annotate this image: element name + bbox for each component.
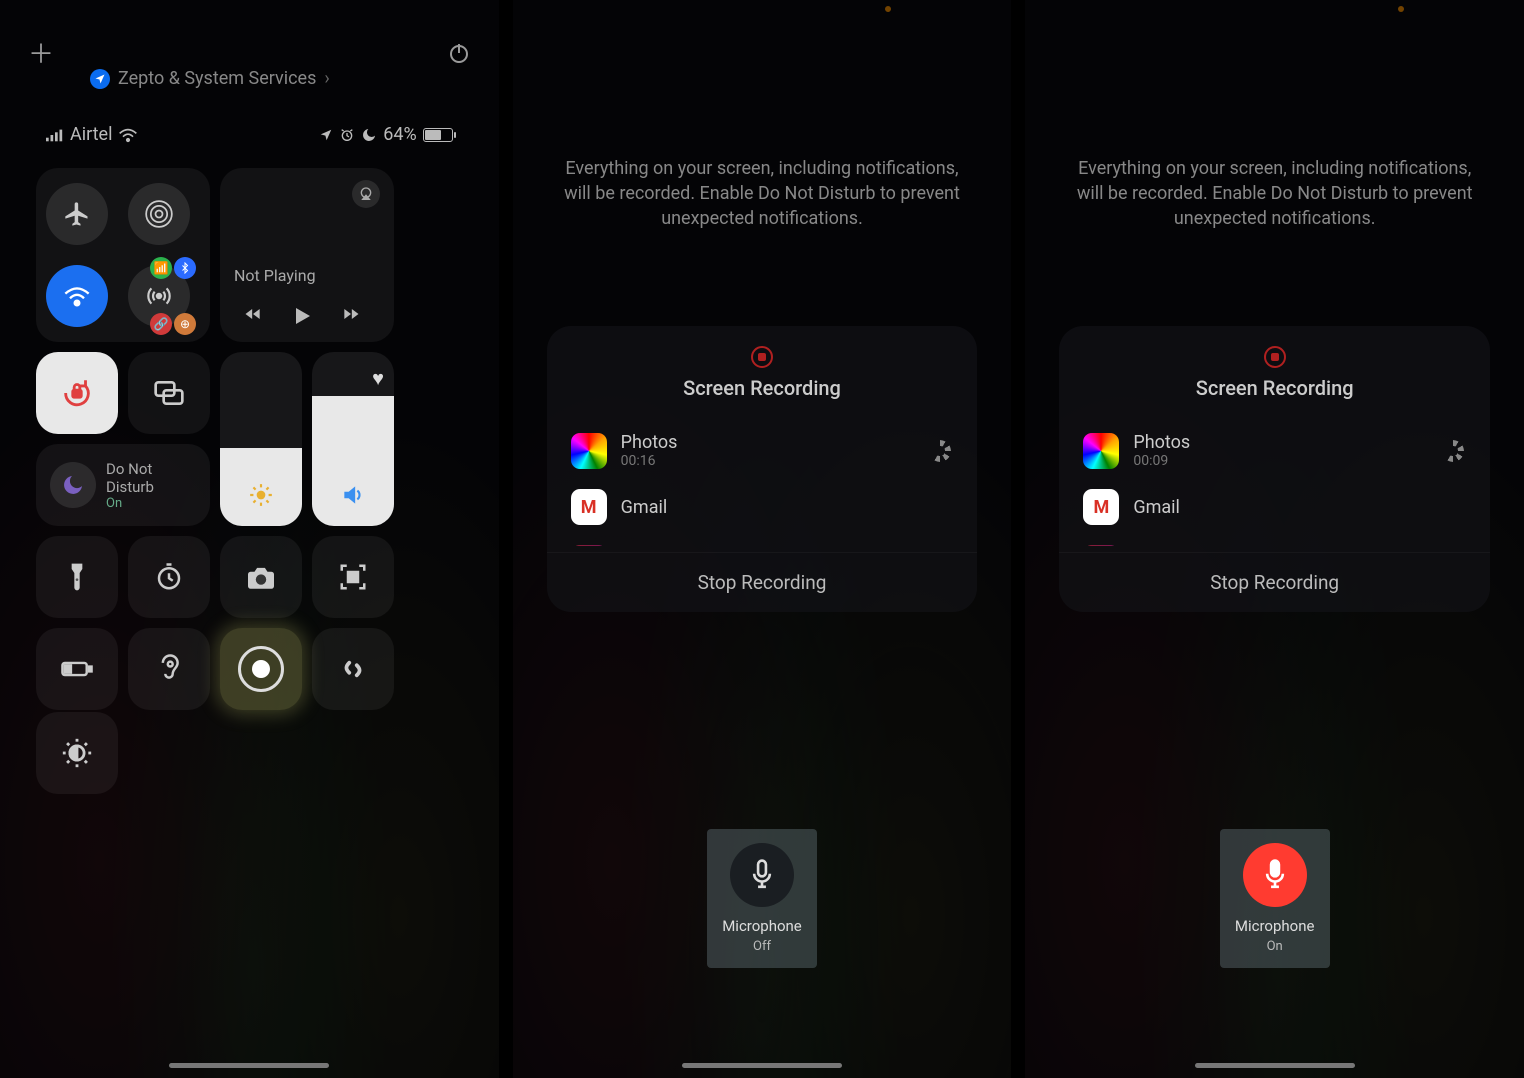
camera-button[interactable] — [220, 536, 302, 618]
hotspot-badge-icon: ⊕ — [174, 313, 196, 335]
privacy-indicator-icon — [1398, 6, 1404, 12]
home-indicator[interactable] — [169, 1063, 329, 1068]
low-power-button[interactable] — [36, 628, 118, 710]
now-playing-label: Not Playing — [234, 266, 316, 285]
play-icon[interactable] — [290, 304, 314, 328]
gmail-app-icon: M — [571, 489, 607, 525]
mic-label: Microphone — [1235, 917, 1315, 935]
photos-app-icon — [571, 433, 607, 469]
instagram-app-icon — [1083, 545, 1119, 546]
dnd-label: Do Not Disturb — [106, 460, 154, 496]
airplay-icon[interactable] — [352, 180, 380, 208]
shazam-button[interactable] — [312, 628, 394, 710]
do-not-disturb-toggle[interactable]: Do Not Disturb On — [36, 444, 210, 526]
forward-icon[interactable] — [338, 304, 364, 328]
recording-target-row[interactable]: Instagram — [547, 535, 978, 546]
cellular-toggle[interactable]: 📶 🔗 ⊕ — [128, 265, 190, 327]
recording-description: Everything on your screen, including not… — [1065, 156, 1484, 232]
favorite-icon: ♥ — [372, 366, 384, 391]
record-icon — [238, 646, 284, 692]
location-text: Zepto & System Services — [118, 68, 316, 89]
vpn-badge-icon: 🔗 — [150, 313, 172, 335]
microphone-icon — [1243, 843, 1307, 907]
app-sub-label: 00:09 — [1133, 453, 1190, 469]
volume-slider[interactable]: ♥ ♪ — [312, 352, 394, 526]
screen-record-button[interactable] — [220, 628, 302, 710]
screen-mirroring-button[interactable] — [128, 352, 210, 434]
recording-target-row[interactable]: M Gmail — [547, 479, 978, 535]
battery-pct: 64% — [383, 124, 416, 145]
wifi-toggle[interactable] — [46, 265, 108, 327]
recording-title: Screen Recording — [1059, 376, 1490, 400]
gmail-app-icon: M — [1083, 489, 1119, 525]
recording-target-row[interactable]: Photos 00:16 — [547, 422, 978, 479]
stop-recording-button[interactable]: Stop Recording — [547, 552, 978, 612]
panel-control-center: ＋ Zepto & System Services › Airtel — [0, 0, 499, 1078]
recording-target-row[interactable]: M Gmail — [1059, 479, 1490, 535]
photos-app-icon — [1083, 433, 1119, 469]
microphone-toggle[interactable]: Microphone Off — [707, 829, 817, 968]
battery-icon — [423, 128, 453, 142]
stop-recording-button[interactable]: Stop Recording — [1059, 552, 1490, 612]
instagram-app-icon — [571, 545, 607, 546]
moon-icon — [50, 462, 96, 508]
recording-indicator-icon — [751, 346, 773, 368]
home-indicator[interactable] — [1195, 1063, 1355, 1068]
qr-scan-button[interactable] — [312, 536, 394, 618]
sun-icon — [248, 482, 274, 508]
panel-screenrecord-mic-on: Everything on your screen, including not… — [1025, 0, 1524, 1078]
recording-target-row[interactable]: Photos 00:09 — [1059, 422, 1490, 479]
moon-icon — [361, 127, 377, 143]
carrier-label: Airtel — [70, 124, 112, 145]
dnd-state: On — [106, 496, 154, 511]
dark-mode-button[interactable] — [36, 712, 118, 794]
hearing-button[interactable] — [128, 628, 210, 710]
media-tile[interactable]: Not Playing — [220, 168, 394, 342]
home-indicator[interactable] — [682, 1063, 842, 1068]
mic-state: Off — [753, 939, 771, 954]
location-arrow-icon — [90, 69, 110, 89]
airplane-mode-toggle[interactable] — [46, 183, 108, 245]
panel-screenrecord-mic-off: Everything on your screen, including not… — [513, 0, 1012, 1078]
recording-description: Everything on your screen, including not… — [553, 156, 972, 232]
orientation-lock-toggle[interactable] — [36, 352, 118, 434]
status-bar: Airtel 64% — [46, 124, 453, 145]
recording-target-row[interactable]: Instagram — [1059, 535, 1490, 546]
rewind-icon[interactable] — [240, 304, 266, 328]
alarm-icon — [339, 127, 355, 143]
location-icon — [319, 128, 333, 142]
app-name-label: Gmail — [1133, 497, 1180, 518]
recording-indicator-icon — [1264, 346, 1286, 368]
timer-button[interactable] — [128, 536, 210, 618]
wifi-icon — [118, 127, 138, 143]
location-status-row[interactable]: Zepto & System Services › — [90, 68, 330, 89]
screen-recording-card: Screen Recording Photos 00:09 M Gmail In… — [1059, 326, 1490, 612]
privacy-indicator-icon — [885, 6, 891, 12]
mic-label: Microphone — [722, 917, 802, 935]
microphone-toggle[interactable]: Microphone On — [1220, 829, 1330, 968]
app-name-label: Photos — [1133, 432, 1190, 453]
brightness-slider[interactable] — [220, 352, 302, 526]
app-name-label: Gmail — [621, 497, 668, 518]
microphone-icon — [730, 843, 794, 907]
chevron-right-icon: › — [324, 68, 329, 89]
mic-state: On — [1267, 939, 1283, 954]
recording-title: Screen Recording — [547, 376, 978, 400]
app-sub-label: 00:16 — [621, 453, 678, 469]
screen-recording-card: Screen Recording Photos 00:16 M Gmail In… — [547, 326, 978, 612]
speaker-icon — [340, 482, 366, 508]
loading-spinner-icon — [1442, 440, 1464, 462]
signal-icon — [46, 128, 64, 142]
power-button[interactable] — [447, 41, 471, 65]
add-controls-button[interactable]: ＋ — [28, 34, 54, 71]
loading-spinner-icon — [929, 440, 951, 462]
flashlight-button[interactable] — [36, 536, 118, 618]
airdrop-toggle[interactable] — [128, 183, 190, 245]
connectivity-tile[interactable]: 📶 🔗 ⊕ — [36, 168, 210, 342]
app-name-label: Photos — [621, 432, 678, 453]
bluetooth-badge-icon — [174, 257, 196, 279]
cellular-badge-icon: 📶 — [150, 257, 172, 279]
